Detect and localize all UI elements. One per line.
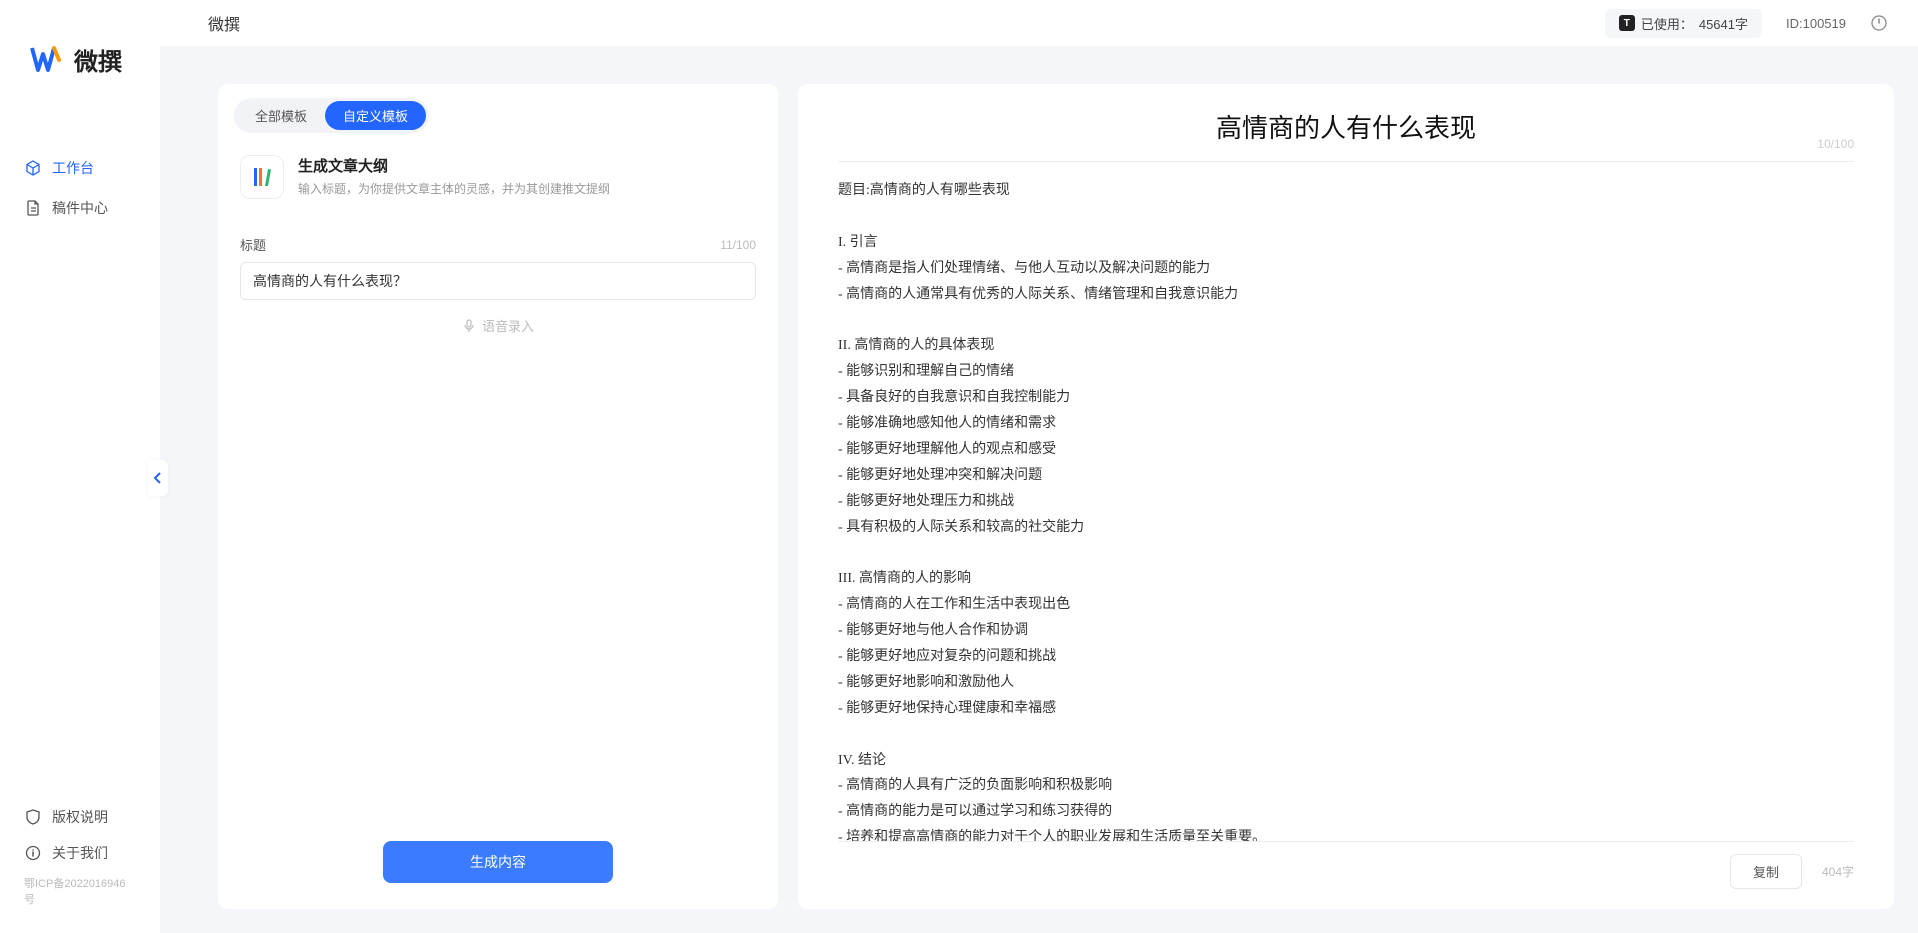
sidebar-footer: 版权说明 关于我们 鄂ICP备2022016946号 <box>0 799 160 933</box>
generate-button-wrap: 生成内容 <box>218 823 778 909</box>
logo[interactable]: 微撰 <box>0 30 160 108</box>
nav: 工作台 稿件中心 <box>0 108 160 799</box>
info-icon <box>24 844 42 862</box>
cube-icon <box>24 159 42 177</box>
tabs-row: 全部模板 自定义模板 <box>218 84 778 141</box>
result-body[interactable]: 题目:高情商的人有哪些表现 I. 引言 - 高情商是指人们处理情绪、与他人互动以… <box>838 178 1854 841</box>
logo-icon <box>28 40 66 78</box>
doc-icon <box>24 199 42 217</box>
result-footer: 复制 404字 <box>838 841 1854 889</box>
voice-hint-label: 语音录入 <box>482 316 534 335</box>
topbar-right: T 已使用： 45641字 ID:100519 <box>1605 9 1888 38</box>
power-icon[interactable] <box>1870 14 1888 32</box>
tabs: 全部模板 自定义模板 <box>234 98 429 133</box>
usage-label: 已使用： <box>1641 14 1693 33</box>
result-title-row: 高情商的人有什么表现 10/100 <box>838 108 1854 162</box>
field-label-row: 标题 11/100 <box>240 235 756 254</box>
template-icon <box>240 155 284 199</box>
left-panel: 全部模板 自定义模板 生成文章大纲 输入标题，为你提供文章主体的灵感，并为其创建… <box>218 84 778 909</box>
main: 全部模板 自定义模板 生成文章大纲 输入标题，为你提供文章主体的灵感，并为其创建… <box>160 46 1918 933</box>
sidebar-item-about[interactable]: 关于我们 <box>0 835 160 871</box>
shield-icon <box>24 808 42 826</box>
template-card: 生成文章大纲 输入标题，为你提供文章主体的灵感，并为其创建推文提纲 <box>218 141 778 217</box>
usage-pill[interactable]: T 已使用： 45641字 <box>1605 9 1762 38</box>
title-field-label: 标题 <box>240 235 266 254</box>
nav-label: 工作台 <box>52 158 94 178</box>
page-title: 微撰 <box>208 11 240 35</box>
tab-custom-templates[interactable]: 自定义模板 <box>325 101 426 130</box>
copy-button[interactable]: 复制 <box>1730 854 1802 889</box>
right-panel: 高情商的人有什么表现 10/100 题目:高情商的人有哪些表现 I. 引言 - … <box>798 84 1894 909</box>
footer-label: 关于我们 <box>52 843 108 863</box>
mic-icon <box>462 319 476 333</box>
template-title: 生成文章大纲 <box>298 155 610 176</box>
result-title[interactable]: 高情商的人有什么表现 <box>1216 108 1476 145</box>
logo-text: 微撰 <box>74 42 122 77</box>
nav-label: 稿件中心 <box>52 198 108 218</box>
tab-all-templates[interactable]: 全部模板 <box>237 101 325 130</box>
title-field-count: 11/100 <box>720 238 756 252</box>
voice-input-button[interactable]: 语音录入 <box>240 300 756 351</box>
sidebar-item-copyright[interactable]: 版权说明 <box>0 799 160 835</box>
t-badge-icon: T <box>1619 15 1635 31</box>
template-desc: 输入标题，为你提供文章主体的灵感，并为其创建推文提纲 <box>298 180 610 197</box>
topbar: 微撰 T 已使用： 45641字 ID:100519 <box>160 0 1918 46</box>
sidebar-item-workspace[interactable]: 工作台 <box>0 148 160 188</box>
title-input[interactable] <box>240 262 756 300</box>
generate-button[interactable]: 生成内容 <box>383 841 613 883</box>
usage-value: 45641字 <box>1699 14 1748 33</box>
icp-text: 鄂ICP备2022016946号 <box>0 871 160 915</box>
template-info: 生成文章大纲 输入标题，为你提供文章主体的灵感，并为其创建推文提纲 <box>298 155 610 197</box>
footer-label: 版权说明 <box>52 807 108 827</box>
form-section: 标题 11/100 语音录入 <box>218 217 778 823</box>
result-word-count: 404字 <box>1822 863 1854 880</box>
result-title-count: 10/100 <box>1817 137 1854 151</box>
sidebar: 微撰 工作台 稿件中心 版权说明 关于我们 鄂ICP备2 <box>0 0 160 933</box>
sidebar-item-drafts[interactable]: 稿件中心 <box>0 188 160 228</box>
user-id: ID:100519 <box>1786 16 1846 31</box>
